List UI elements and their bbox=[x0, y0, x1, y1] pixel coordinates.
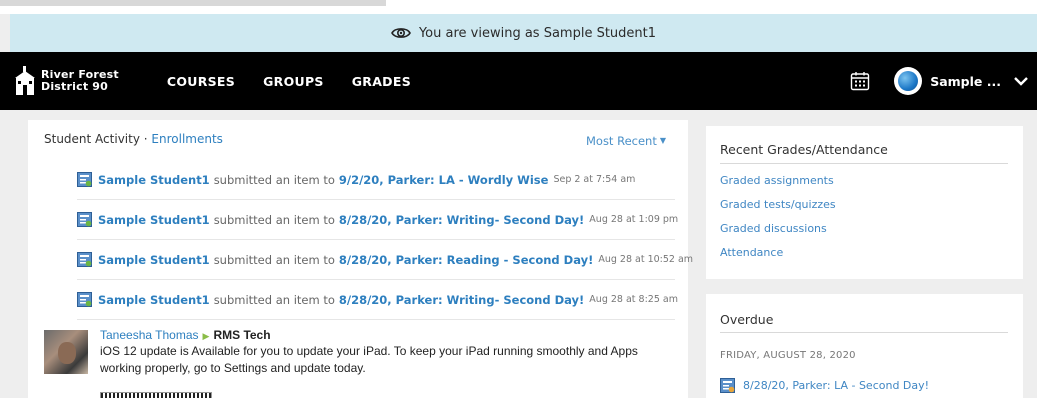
overdue-date: FRIDAY, AUGUST 28, 2020 bbox=[720, 350, 856, 361]
activity-verb: submitted an item to bbox=[213, 292, 335, 307]
author-avatar[interactable] bbox=[44, 330, 88, 374]
top-navigation: River Forest District 90 COURSES GROUPS … bbox=[0, 52, 1037, 110]
activity-date: Sep 2 at 7:54 am bbox=[553, 174, 636, 185]
user-name[interactable]: Sample ... bbox=[930, 74, 1001, 89]
post-body: Taneesha Thomas ▶ RMS Tech iOS 12 update i… bbox=[100, 328, 680, 376]
assignment-icon bbox=[77, 252, 92, 267]
schoolhouse-icon bbox=[15, 66, 35, 95]
main-nav: COURSES GROUPS GRADES bbox=[167, 74, 439, 89]
assignment-icon bbox=[77, 292, 92, 307]
heading-separator: · bbox=[143, 132, 148, 146]
activity-date: Aug 28 at 10:52 am bbox=[598, 254, 694, 265]
recent-grades-card: Recent Grades/Attendance Graded assignme… bbox=[706, 126, 1023, 279]
activity-row: Sample Student1 submitted an item to 8/2… bbox=[77, 280, 678, 320]
graded-discussions-link[interactable]: Graded discussions bbox=[720, 222, 827, 235]
recent-grades-title: Recent Grades/Attendance bbox=[720, 142, 888, 157]
activity-item-link[interactable]: 8/28/20, Parker: Reading - Second Day! bbox=[339, 253, 593, 267]
sort-label: Most Recent bbox=[585, 134, 657, 148]
nav-groups[interactable]: GROUPS bbox=[263, 74, 324, 89]
district-logo[interactable]: River Forest District 90 bbox=[14, 66, 119, 96]
divider bbox=[720, 332, 1008, 333]
nav-grades[interactable]: GRADES bbox=[352, 74, 411, 89]
activity-title: Student Activity · Enrollments bbox=[44, 132, 223, 146]
activity-item-link[interactable]: 8/28/20, Parker: Writing- Second Day! bbox=[339, 293, 584, 307]
activity-user-link[interactable]: Sample Student1 bbox=[98, 253, 210, 267]
activity-date: Aug 28 at 8:25 am bbox=[589, 294, 678, 305]
district-name: River Forest District 90 bbox=[41, 69, 119, 93]
overdue-title: Overdue bbox=[720, 312, 774, 327]
chevron-down-icon[interactable] bbox=[1013, 75, 1029, 87]
overdue-card: Overdue FRIDAY, AUGUST 28, 2020 8/28/20,… bbox=[706, 294, 1023, 398]
assignment-icon bbox=[77, 172, 92, 187]
activity-verb: submitted an item to bbox=[213, 212, 335, 227]
post-group-link[interactable]: RMS Tech bbox=[213, 328, 270, 342]
activity-user-link[interactable]: Sample Student1 bbox=[98, 293, 210, 307]
district-name-line2: District 90 bbox=[41, 80, 109, 93]
graded-assignments-link[interactable]: Graded assignments bbox=[720, 174, 834, 187]
caret-down-icon: ▼ bbox=[659, 136, 666, 145]
post-text-line2: working properly, go to Settings and upd… bbox=[100, 361, 366, 375]
activity-item-link[interactable]: 9/2/20, Parker: LA - Wordly Wise bbox=[339, 173, 549, 187]
post-text-line1: iOS 12 update is Available for you to up… bbox=[100, 344, 638, 358]
enrollments-link[interactable]: Enrollments bbox=[151, 132, 223, 146]
browser-tab bbox=[0, 0, 386, 6]
assignment-icon bbox=[77, 212, 92, 227]
activity-user-link[interactable]: Sample Student1 bbox=[98, 173, 210, 187]
user-avatar[interactable] bbox=[894, 67, 923, 95]
eye-icon bbox=[391, 26, 411, 40]
activity-date: Aug 28 at 1:09 pm bbox=[589, 214, 679, 225]
graded-tests-link[interactable]: Graded tests/quizzes bbox=[720, 198, 836, 211]
activity-row: Sample Student1 submitted an item to 9/2… bbox=[77, 160, 675, 200]
calendar-icon[interactable] bbox=[850, 71, 870, 91]
nav-right: Sample ... bbox=[850, 67, 1029, 95]
overdue-item[interactable]: 8/28/20, Parker: LA - Second Day! bbox=[720, 378, 929, 393]
divider bbox=[720, 163, 1008, 164]
viewing-as-banner: You are viewing as Sample Student1 bbox=[10, 14, 1037, 52]
activity-heading: Student Activity bbox=[44, 132, 140, 146]
activity-row: Sample Student1 submitted an item to 8/2… bbox=[77, 240, 693, 280]
activity-header: Student Activity · Enrollments Most Rece… bbox=[44, 132, 672, 152]
banner-text: You are viewing as Sample Student1 bbox=[418, 25, 657, 41]
activity-row: Sample Student1 submitted an item to 8/2… bbox=[77, 200, 679, 240]
overdue-item-link[interactable]: 8/28/20, Parker: LA - Second Day! bbox=[743, 379, 929, 392]
browser-top-strip bbox=[0, 0, 1037, 14]
assignment-icon bbox=[720, 378, 735, 393]
globe-icon bbox=[898, 71, 919, 91]
activity-item-link[interactable]: 8/28/20, Parker: Writing- Second Day! bbox=[339, 213, 584, 227]
nav-courses[interactable]: COURSES bbox=[167, 74, 235, 89]
activity-verb: submitted an item to bbox=[213, 172, 335, 187]
post-attachment-thumbnail[interactable] bbox=[100, 392, 212, 398]
post-author-link[interactable]: Taneesha Thomas bbox=[100, 328, 199, 342]
student-activity-panel: Student Activity · Enrollments Most Rece… bbox=[28, 120, 693, 398]
arrow-right-icon: ▶ bbox=[202, 331, 210, 341]
sort-dropdown[interactable]: Most Recent ▼ bbox=[586, 134, 666, 148]
post-header: Taneesha Thomas ▶ RMS Tech bbox=[100, 328, 680, 342]
activity-verb: submitted an item to bbox=[213, 252, 335, 267]
attendance-link[interactable]: Attendance bbox=[720, 246, 783, 259]
activity-user-link[interactable]: Sample Student1 bbox=[98, 213, 210, 227]
